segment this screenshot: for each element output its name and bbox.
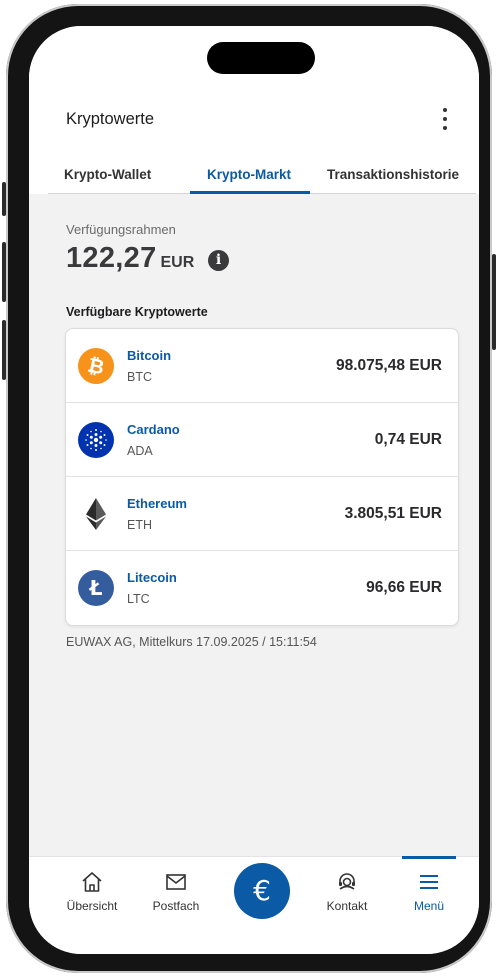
balance-value: 122,27 — [66, 242, 157, 274]
price-source-note: EUWAX AG, Mittelkurs 17.09.2025 / 15:11:… — [66, 635, 317, 649]
home-icon — [82, 872, 102, 892]
nav-menue[interactable]: Menü — [394, 857, 464, 927]
nav-label: Postfach — [152, 899, 200, 913]
nav-label: Menü — [413, 899, 445, 913]
coin-symbol: BTC — [127, 370, 152, 384]
coin-price: 0,74 EUR — [374, 431, 442, 448]
power-button — [492, 254, 496, 350]
list-item-bitcoin[interactable]: ₿ Bitcoin BTC 98.075,48 EUR — [66, 329, 458, 403]
cardano-icon — [78, 422, 114, 458]
ethereum-icon — [78, 496, 114, 532]
coin-name: Bitcoin — [127, 348, 172, 363]
coin-price: 3.805,51 EUR — [344, 505, 442, 522]
screen: Kryptowerte Krypto-Wallet Krypto-Markt T… — [29, 26, 479, 954]
mail-icon — [166, 874, 186, 890]
menu-icon — [420, 875, 438, 889]
bitcoin-icon: ₿ — [74, 344, 118, 388]
coin-name: Cardano — [127, 422, 180, 437]
list-item-cardano[interactable]: Cardano ADA 0,74 EUR — [66, 403, 458, 477]
coin-symbol: ETH — [127, 518, 152, 532]
tab-bar: Krypto-Wallet Krypto-Markt Transaktionsh… — [48, 164, 476, 194]
phone-frame: Kryptowerte Krypto-Wallet Krypto-Markt T… — [2, 4, 496, 973]
litecoin-icon: Ł — [78, 570, 114, 606]
more-options-icon[interactable] — [440, 108, 450, 130]
euro-icon[interactable]: € — [234, 863, 290, 919]
bottom-navigation: Übersicht Postfach € Kontakt Menü — [29, 856, 479, 954]
tab-krypto-wallet[interactable]: Krypto-Wallet — [64, 167, 151, 182]
coin-price: 96,66 EUR — [366, 579, 442, 596]
list-item-ethereum[interactable]: Ethereum ETH 3.805,51 EUR — [66, 477, 458, 551]
nav-label: Kontakt — [326, 899, 368, 913]
volume-up-button — [2, 242, 6, 302]
nav-uebersicht[interactable]: Übersicht — [57, 857, 127, 927]
section-title: Verfügbare Kryptowerte — [66, 305, 208, 319]
coin-symbol: ADA — [127, 444, 153, 458]
nav-label: Übersicht — [66, 899, 118, 913]
nav-kontakt[interactable]: Kontakt — [312, 857, 382, 927]
coin-name: Ethereum — [127, 496, 187, 511]
volume-down-button — [2, 320, 6, 380]
dynamic-island — [207, 42, 315, 74]
balance-currency: EUR — [160, 254, 195, 271]
mute-switch — [2, 182, 6, 216]
crypto-list: ₿ Bitcoin BTC 98.075,48 EUR Cardano ADA … — [65, 328, 459, 626]
info-icon[interactable]: i — [208, 250, 229, 271]
balance-label: Verfügungsrahmen — [66, 222, 176, 237]
tab-krypto-markt[interactable]: Krypto-Markt — [207, 167, 291, 182]
coin-name: Litecoin — [127, 570, 177, 585]
active-tab-indicator — [190, 191, 310, 194]
coin-price: 98.075,48 EUR — [336, 357, 442, 374]
nav-postfach[interactable]: Postfach — [141, 857, 211, 927]
headset-icon — [339, 873, 355, 890]
list-item-litecoin[interactable]: Ł Litecoin LTC 96,66 EUR — [66, 551, 458, 625]
coin-symbol: LTC — [127, 592, 150, 606]
page-title: Kryptowerte — [66, 110, 155, 128]
app-header: Kryptowerte Krypto-Wallet Krypto-Markt T… — [29, 26, 479, 194]
tab-transaktionshistorie[interactable]: Transaktionshistorie — [327, 167, 459, 182]
balance-amount: 122,27 EUR — [66, 242, 194, 275]
